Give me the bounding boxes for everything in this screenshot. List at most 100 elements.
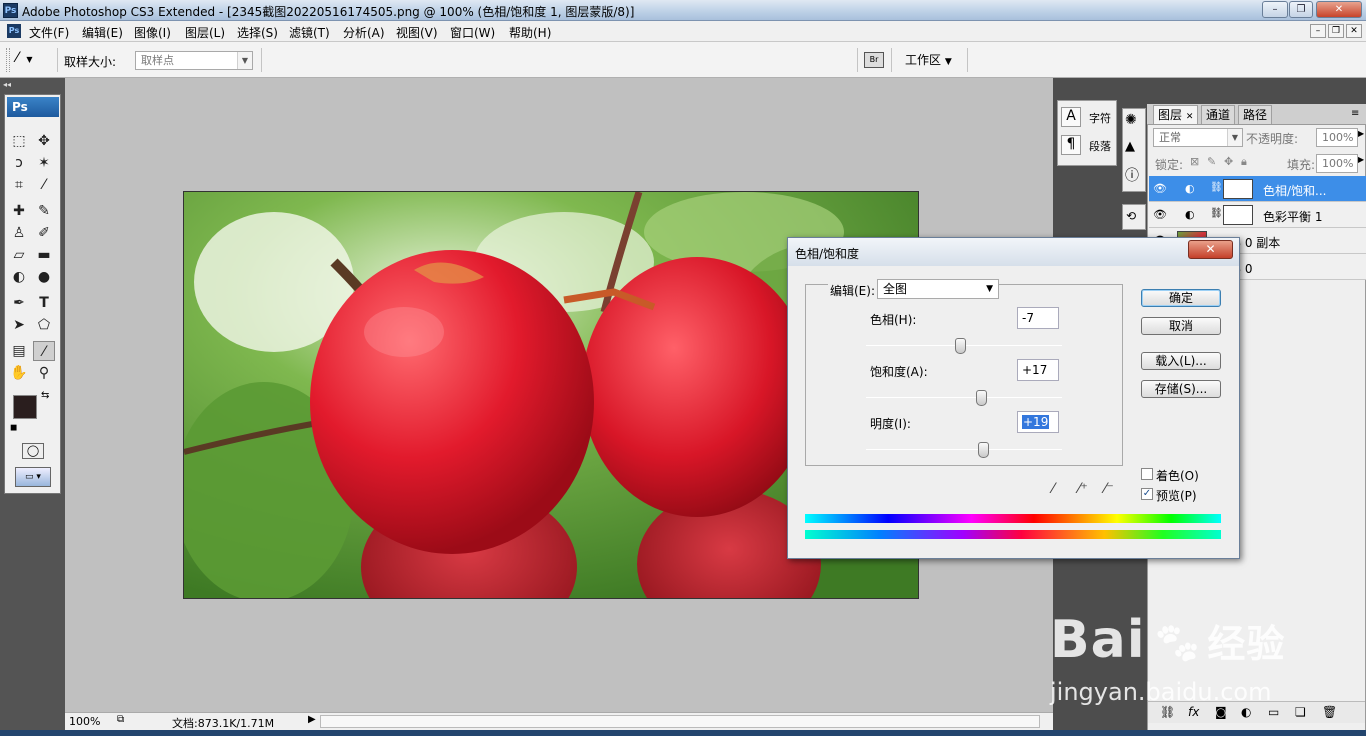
- workspace-menu[interactable]: 工作区 ▼: [905, 51, 952, 68]
- edit-select[interactable]: 全图 ▼: [877, 279, 999, 299]
- hue-slider-thumb[interactable]: [955, 338, 967, 354]
- layer-row[interactable]: 👁︎ ◐ ⛓ 色相/饱和...: [1149, 176, 1366, 202]
- new-layer-icon[interactable]: ❏: [1295, 705, 1306, 719]
- menu-help[interactable]: 帮助(H): [509, 24, 551, 41]
- screen-mode-icon[interactable]: ▭ ▾: [15, 467, 51, 487]
- menu-analysis[interactable]: 分析(A): [343, 24, 385, 41]
- pen-icon[interactable]: ✒: [8, 293, 30, 313]
- eyedropper-tool-preset[interactable]: ⁄ ▼: [16, 50, 54, 70]
- new-group-icon[interactable]: ▭: [1268, 705, 1279, 719]
- shape-icon[interactable]: ⬠: [33, 315, 55, 335]
- clone-stamp-icon[interactable]: ♙: [8, 223, 30, 243]
- link-chain-icon[interactable]: ⛓: [1210, 208, 1223, 219]
- type-icon[interactable]: T: [33, 293, 55, 313]
- eraser-icon[interactable]: ▱: [8, 245, 30, 265]
- gradient-icon[interactable]: ▬: [33, 245, 55, 265]
- info-icon[interactable]: ⓘ: [1125, 165, 1139, 185]
- lightness-slider-track[interactable]: [866, 449, 1062, 450]
- lock-all-icon[interactable]: 🔒︎: [1241, 155, 1247, 169]
- eyedropper-icon[interactable]: ⁄: [33, 341, 55, 361]
- eyedropper-icon[interactable]: ⁄: [1052, 481, 1054, 497]
- close-icon[interactable]: ✕: [1186, 112, 1194, 122]
- adjustment-layer-icon[interactable]: ◐: [1241, 705, 1251, 719]
- menu-view[interactable]: 视图(V): [396, 24, 438, 41]
- swap-colors-icon[interactable]: ⇆: [41, 390, 49, 401]
- collapse-arrows-icon[interactable]: ◂◂: [3, 80, 62, 90]
- grip-handle[interactable]: [6, 48, 10, 72]
- menu-file[interactable]: 文件(F): [29, 24, 69, 41]
- saturation-slider-track[interactable]: [866, 397, 1062, 398]
- history-icon[interactable]: ⟲: [1126, 209, 1136, 223]
- lock-position-icon[interactable]: ✥: [1224, 155, 1233, 168]
- hue-input[interactable]: -7: [1017, 307, 1059, 329]
- marquee-icon[interactable]: ⬚: [8, 131, 30, 151]
- tab-layers[interactable]: 图层 ✕: [1153, 105, 1199, 124]
- menu-image[interactable]: 图像(I): [134, 24, 171, 41]
- status-icon[interactable]: ⧉: [117, 714, 124, 725]
- quick-mask-icon[interactable]: ◯: [22, 443, 44, 459]
- fill-arrow-icon[interactable]: ▶: [1358, 155, 1364, 164]
- doc-close-button[interactable]: ✕: [1346, 24, 1362, 38]
- move-icon[interactable]: ✥: [33, 131, 55, 151]
- saturation-slider-thumb[interactable]: [975, 390, 987, 406]
- blend-mode-select[interactable]: 正常 ▼: [1153, 128, 1243, 147]
- doc-icon[interactable]: Ps: [7, 24, 21, 38]
- menu-select[interactable]: 选择(S): [237, 24, 278, 41]
- layer-mask-thumbnail[interactable]: [1223, 179, 1253, 199]
- menu-filter[interactable]: 滤镜(T): [289, 24, 330, 41]
- delete-layer-icon[interactable]: 🗑︎: [1322, 705, 1337, 719]
- link-chain-icon[interactable]: ⛓: [1210, 182, 1223, 193]
- dialog-close-button[interactable]: ✕: [1188, 240, 1233, 259]
- save-button[interactable]: 存储(S)...: [1141, 380, 1221, 398]
- status-menu-arrow-icon[interactable]: ▶: [308, 714, 316, 725]
- colorize-checkbox[interactable]: [1141, 468, 1153, 480]
- layer-row[interactable]: 👁︎ ◐ ⛓ 色彩平衡 1: [1149, 202, 1366, 228]
- lightness-slider-thumb[interactable]: [977, 442, 989, 458]
- histogram-icon[interactable]: ▲: [1125, 139, 1135, 154]
- paragraph-icon[interactable]: ¶: [1061, 135, 1081, 155]
- panel-menu-icon[interactable]: ≡: [1351, 108, 1359, 119]
- horizontal-scrollbar[interactable]: [320, 715, 1040, 728]
- visibility-eye-icon[interactable]: 👁︎: [1153, 208, 1167, 222]
- path-select-icon[interactable]: ➤: [8, 315, 30, 335]
- hand-icon[interactable]: ✋: [8, 363, 30, 383]
- tab-channels[interactable]: 通道: [1201, 105, 1236, 124]
- character-tab[interactable]: 字符: [1089, 110, 1111, 126]
- foreground-color-swatch[interactable]: [13, 395, 37, 419]
- lock-pixels-icon[interactable]: ✎: [1207, 155, 1216, 168]
- history-brush-icon[interactable]: ✐: [33, 223, 55, 243]
- preview-checkbox[interactable]: ✓: [1141, 488, 1153, 500]
- visibility-eye-icon[interactable]: 👁︎: [1153, 182, 1167, 196]
- zoom-level[interactable]: 100%: [69, 715, 100, 728]
- zoom-icon[interactable]: ⚲: [33, 363, 55, 383]
- opacity-arrow-icon[interactable]: ▶: [1358, 129, 1364, 138]
- character-icon[interactable]: A: [1061, 107, 1081, 127]
- doc-restore-button[interactable]: ❐: [1328, 24, 1344, 38]
- menu-layer[interactable]: 图层(L): [185, 24, 225, 41]
- load-button[interactable]: 载入(L)...: [1141, 352, 1221, 370]
- add-mask-icon[interactable]: ◙: [1215, 705, 1227, 719]
- paragraph-tab[interactable]: 段落: [1089, 138, 1111, 154]
- eyedropper-plus-icon[interactable]: ⁄⁺: [1078, 481, 1088, 497]
- blur-icon[interactable]: ◐: [8, 267, 30, 287]
- menu-edit[interactable]: 编辑(E): [82, 24, 123, 41]
- tab-paths[interactable]: 路径: [1238, 105, 1273, 124]
- brush-icon[interactable]: ✎: [33, 201, 55, 221]
- ok-button[interactable]: 确定: [1141, 289, 1221, 307]
- layer-mask-thumbnail[interactable]: [1223, 205, 1253, 225]
- lasso-icon[interactable]: ↄ: [8, 153, 30, 173]
- opacity-input[interactable]: 100%: [1316, 128, 1358, 147]
- cancel-button[interactable]: 取消: [1141, 317, 1221, 335]
- eyedropper-minus-icon[interactable]: ⁄⁻: [1104, 481, 1114, 497]
- dodge-icon[interactable]: ●: [33, 267, 55, 287]
- default-colors-icon[interactable]: ◼: [10, 423, 17, 433]
- link-layers-icon[interactable]: ⛓: [1160, 705, 1175, 719]
- minimize-button[interactable]: –: [1262, 1, 1288, 18]
- dialog-titlebar[interactable]: 色相/饱和度 ✕: [788, 238, 1239, 266]
- sample-size-select[interactable]: 取样点 ▼: [135, 51, 253, 70]
- layer-style-icon[interactable]: fx: [1188, 705, 1199, 719]
- healing-brush-icon[interactable]: ✚: [8, 201, 30, 221]
- crop-icon[interactable]: ⌗: [8, 175, 30, 195]
- notes-icon[interactable]: ▤: [8, 341, 30, 361]
- slice-icon[interactable]: ⁄: [33, 175, 55, 195]
